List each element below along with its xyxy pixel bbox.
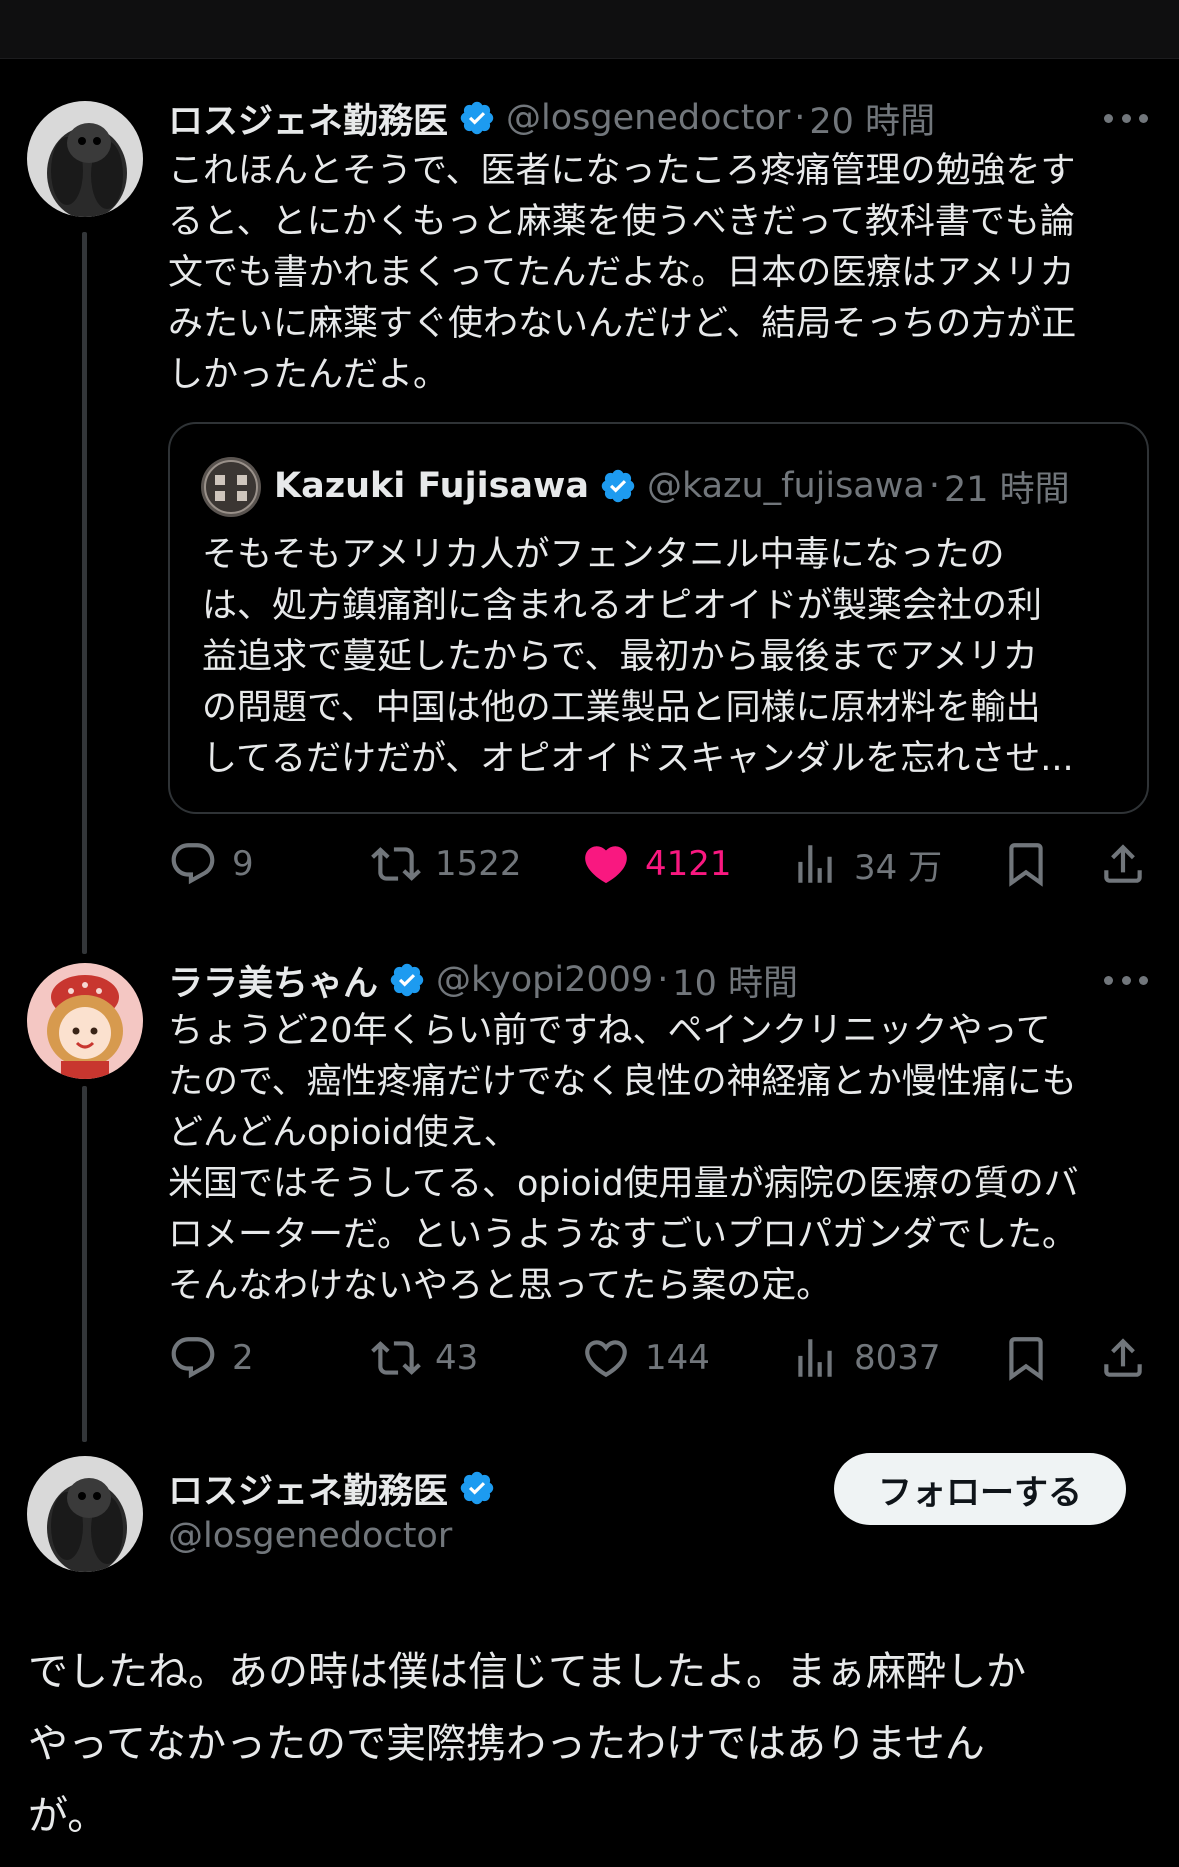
quote-avatar (201, 457, 261, 517)
post-text: これほんとそうで、医者になったころ疼痛管理の勉強をす ると、とにかくもっと麻薬を… (168, 151, 1077, 395)
display-name[interactable]: ララ美ちゃん (168, 955, 378, 1006)
post-header: ララ美ちゃん @kyopi2009 · 10 時間 (168, 958, 798, 1004)
post-text: ちょうど20年くらい前ですね、ペインクリニックやって たので、癌性疼痛だけでなく… (168, 1011, 1079, 1306)
quote-display-name: Kazuki Fujisawa (274, 466, 589, 506)
handle[interactable]: @kyopi2009 (436, 960, 653, 1000)
repost-count: 1522 (435, 844, 522, 884)
thread-line (82, 1086, 87, 1442)
avatar[interactable] (27, 963, 143, 1079)
quote-header: Kazuki Fujisawa @kazu_fujisawa · 21 時間 (274, 464, 1070, 510)
timestamp[interactable]: 20 時間 (809, 93, 935, 144)
repost-button[interactable]: 1522 (371, 834, 522, 894)
reply-button[interactable]: 9 (168, 834, 254, 894)
separator: · (928, 466, 940, 506)
quoted-post[interactable]: Kazuki Fujisawa @kazu_fujisawa · 21 時間 そ… (168, 422, 1149, 814)
avatar[interactable] (27, 1456, 143, 1572)
bookmark-icon (1009, 843, 1043, 887)
quote-text: そもそもアメリカ人がフェンタニル中毒になったの は、処方鎮痛剤に含まれるオピオイ… (202, 535, 1074, 779)
bookmark-button[interactable] (1001, 1328, 1051, 1388)
post-text: でしたね。あの時は僕は信じてましたよ。まぁ麻酔しか やってなかったので実際携わっ… (28, 1649, 1026, 1839)
reply-button[interactable]: 2 (168, 1328, 254, 1388)
top-bar (0, 0, 1179, 59)
like-count: 4121 (645, 844, 732, 884)
more-icon[interactable] (1104, 108, 1148, 128)
views-count: 34 万 (854, 847, 943, 888)
display-name[interactable]: ロスジェネ勤務医 (168, 93, 448, 144)
reply-count: 2 (232, 1338, 254, 1378)
reply-icon (171, 843, 215, 885)
verified-badge-icon (460, 1471, 494, 1505)
repost-icon (371, 1341, 421, 1375)
share-button[interactable] (1098, 834, 1148, 894)
handle[interactable]: @losgenedoctor (168, 1516, 452, 1556)
post-header: ロスジェネ勤務医 @losgenedoctor · 20 時間 (168, 96, 935, 142)
bookmark-icon (1009, 1337, 1043, 1381)
display-name[interactable]: ロスジェネ勤務医 (168, 1463, 448, 1514)
verified-badge-icon (390, 963, 424, 997)
reply-count: 9 (232, 844, 254, 884)
follow-button[interactable]: フォローする (834, 1453, 1126, 1525)
action-bar: 9 1522 4121 34 万 (168, 834, 1152, 894)
post-header: ロスジェネ勤務医 (168, 1466, 506, 1512)
share-icon (1104, 1338, 1142, 1377)
like-icon (585, 1340, 627, 1378)
quote-handle: @kazu_fujisawa (646, 466, 925, 506)
like-button[interactable]: 144 (581, 1328, 710, 1388)
more-icon[interactable] (1104, 970, 1148, 990)
share-button[interactable] (1098, 1328, 1148, 1388)
verified-badge-icon (601, 469, 635, 503)
repost-icon (371, 847, 421, 881)
like-icon (585, 846, 627, 884)
like-button[interactable]: 4121 (581, 834, 732, 894)
views-icon (798, 1339, 832, 1377)
quote-timestamp: 21 時間 (943, 469, 1070, 510)
handle[interactable]: @losgenedoctor (506, 98, 790, 138)
views-button[interactable]: 8037 (790, 1328, 941, 1388)
views-button[interactable]: 34 万 (790, 834, 942, 894)
views-count: 8037 (854, 1338, 941, 1378)
reply-icon (171, 1337, 215, 1379)
avatar[interactable] (27, 101, 143, 217)
verified-badge-icon (460, 101, 494, 135)
views-icon (798, 845, 832, 883)
repost-button[interactable]: 43 (371, 1328, 478, 1388)
like-count: 144 (645, 1338, 710, 1378)
repost-count: 43 (435, 1338, 479, 1378)
separator: · (794, 98, 806, 138)
share-icon (1104, 844, 1142, 883)
timestamp[interactable]: 10 時間 (672, 955, 798, 1006)
bookmark-button[interactable] (1001, 834, 1051, 894)
thread-line (82, 232, 87, 954)
action-bar: 2 43 144 8037 (168, 1328, 1152, 1388)
separator: · (657, 960, 669, 1000)
